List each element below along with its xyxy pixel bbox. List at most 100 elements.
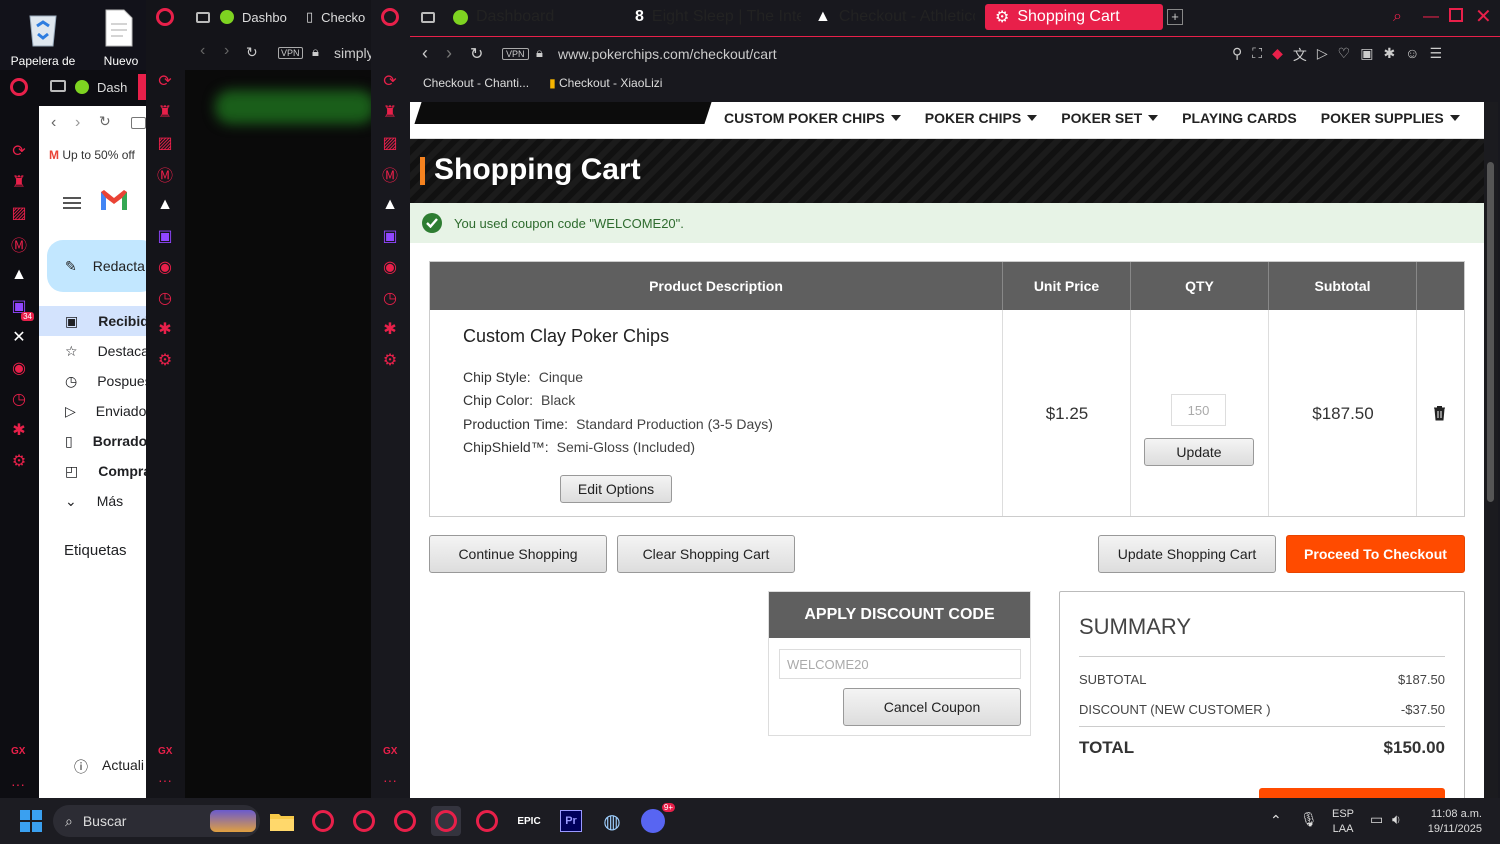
player-icon[interactable]: ◉ [8,357,30,379]
gx-mods-icon[interactable]: Ⓜ [8,233,30,255]
history-icon[interactable]: ◷ [379,287,401,309]
more-icon[interactable]: ··· [383,772,397,788]
speed-dial-icon[interactable]: ⟳ [8,140,30,162]
menu-poker-chips[interactable]: POKER CHIPS [925,110,1038,126]
pocket-icon[interactable]: ◆ [1272,45,1283,65]
reload-icon[interactable]: ↻ [470,44,483,64]
minimize-icon[interactable]: — [1423,8,1439,26]
opera-gx-logo-icon[interactable] [10,78,28,96]
athletico-icon[interactable]: ▲ [154,194,176,216]
play-icon[interactable]: ▷ [1317,45,1328,65]
cancel-coupon-button[interactable]: Cancel Coupon [843,688,1021,726]
chevron-up-icon[interactable]: ⌃ [1270,812,1282,829]
nav-purchases[interactable]: ◰ Compra [39,456,151,486]
vpn-badge[interactable]: VPN [502,48,529,60]
site-logo[interactable] [414,102,712,124]
vpn-badge[interactable] [131,117,146,129]
trash-icon[interactable] [1433,405,1446,421]
tab-dashboard[interactable]: Dash [75,74,127,100]
twitch-icon[interactable]: ▣ 34 [8,295,34,321]
speed-dial-icon[interactable]: ⟳ [379,70,401,92]
tab-manager-icon[interactable] [50,80,66,92]
compose-button[interactable]: ✎ Redacta [47,240,157,292]
easy-setup-icon[interactable]: ☰ [1429,45,1442,65]
opera-gx-taskbar-icon[interactable] [349,806,379,836]
microphone-icon[interactable]: 🎙︎ [1300,811,1318,828]
tab-dashboard[interactable]: Dashboard [443,4,613,30]
nav-sent[interactable]: ▷ Enviado [39,396,146,426]
menu-custom-poker-chips[interactable]: CUSTOM POKER CHIPS [724,110,901,126]
forward-arrow-icon[interactable]: › [446,43,452,64]
menu-hamburger-icon[interactable] [63,194,81,212]
player-icon[interactable]: ◉ [379,256,401,278]
profile-icon[interactable]: ☺ [1405,45,1419,65]
pin-icon[interactable]: ⚲ [1232,45,1242,65]
update-qty-button[interactable]: Update [1144,438,1254,466]
language-indicator[interactable]: ESP LAA [1332,807,1354,837]
nav-inbox[interactable]: ▣ Recibid [39,306,149,336]
opera-gx-taskbar-icon[interactable] [308,806,338,836]
settings-icon[interactable]: ⚙ [8,450,30,472]
tab-manager-icon[interactable] [421,12,435,23]
settings-icon[interactable]: ⚙ [154,349,176,371]
gx-control-icon[interactable]: ▨ [154,132,176,154]
tab-eight-sleep[interactable]: 8 Eight Sleep | The Intellige [625,4,801,30]
qty-input[interactable]: 150 [1171,394,1226,426]
history-icon[interactable]: ◷ [154,287,176,309]
player-icon[interactable]: ◉ [154,256,176,278]
extensions-icon[interactable]: ✱ [154,318,176,340]
bookmark-chanti[interactable]: Checkout - Chanti... [423,76,529,90]
update-notice[interactable]: ⓘ Actuali [74,757,144,777]
extensions-icon[interactable]: ✱ [8,419,30,441]
tab-dashboard[interactable]: Dashbo [220,4,292,30]
gx-corner-icon[interactable]: ♜ [154,101,176,123]
tab-athletico[interactable]: ▲ Checkout - Athletico [805,4,975,30]
settings-icon[interactable]: ⚙ [379,349,401,371]
reload-icon[interactable]: ↻ [246,44,258,61]
taskbar-search[interactable]: ⌕ Buscar [53,805,260,837]
gx-control-icon[interactable]: ▨ [8,202,30,224]
page-scrollbar[interactable] [1484,102,1498,798]
nav-more[interactable]: ⌄ Más [39,486,146,516]
file-explorer-icon[interactable] [267,806,297,836]
heart-icon[interactable]: ♡ [1338,45,1351,65]
gx-mods-icon[interactable]: Ⓜ [154,163,176,185]
new-tab-plus-icon[interactable]: + [1167,9,1183,25]
nav-starred[interactable]: ☆ Destaca [39,336,149,366]
athletico-icon[interactable]: ▲ [8,264,30,286]
more-icon[interactable]: ··· [158,772,172,788]
continue-shopping-button[interactable]: Continue Shopping [429,535,607,573]
opera-gx-logo-icon[interactable] [156,8,174,26]
twitch-icon[interactable]: ▣ [154,225,176,247]
discount-code-input[interactable]: WELCOME20 [779,649,1021,679]
forward-arrow-icon[interactable]: › [224,42,229,60]
back-arrow-icon[interactable]: ‹ [200,42,205,60]
speed-dial-icon[interactable]: ⟳ [154,70,176,92]
tab-shopping-cart[interactable]: ⚙ Shopping Cart [985,4,1163,30]
nav-drafts[interactable]: ▯ Borrado [39,426,147,456]
extensions-icon[interactable]: ✱ [379,318,401,340]
proceed-checkout-button[interactable]: Proceed To Checkout [1286,535,1465,573]
tab-manager-icon[interactable] [196,12,210,23]
promo-bookmark[interactable]: M Up to 50% off [49,148,135,162]
bookmark-xiaolizi[interactable]: ▮ Checkout - XiaoLizi [549,76,662,90]
clock[interactable]: 11:08 a.m. 19/11/2025 [1420,807,1482,837]
gx-cleaner-icon[interactable]: ▣ [1360,45,1373,65]
reload-icon[interactable]: ↻ [99,113,111,130]
maximize-icon[interactable] [1449,8,1463,22]
menu-playing-cards[interactable]: PLAYING CARDS [1182,110,1297,126]
scrollbar-thumb[interactable] [1487,162,1494,502]
back-arrow-icon[interactable]: ‹ [51,114,56,132]
athletico-icon[interactable]: ▲ [379,194,401,216]
nav-snoozed[interactable]: ◷ Pospues [39,366,152,396]
summary-checkout-button[interactable] [1259,788,1445,798]
gx-corner-icon[interactable]: ♜ [8,171,30,193]
premiere-pro-icon[interactable]: Pr [556,806,586,836]
address-bar[interactable]: simply [334,45,374,61]
tab-checkout[interactable]: ▯ Checko [306,4,371,30]
epic-games-icon[interactable]: EPIC [514,806,544,836]
opera-gx-taskbar-icon[interactable] [390,806,420,836]
extensions-icon[interactable]: ✱ [1383,45,1395,65]
steam-icon[interactable]: ◍ [597,806,627,836]
close-icon[interactable]: ✕ [1475,4,1492,29]
